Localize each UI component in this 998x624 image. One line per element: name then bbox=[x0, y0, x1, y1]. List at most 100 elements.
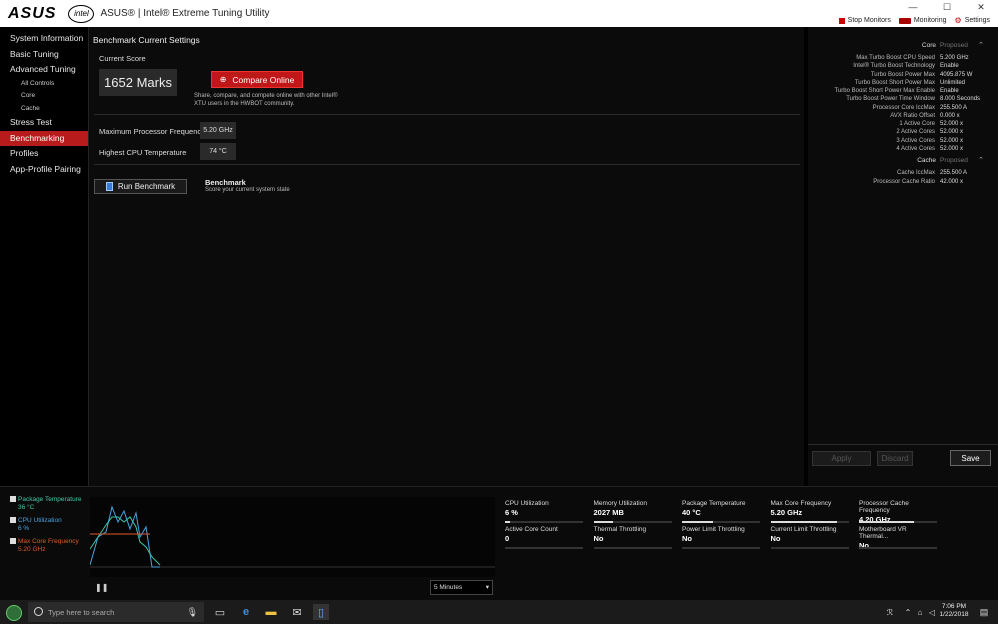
metric-bar bbox=[505, 547, 583, 549]
divider bbox=[94, 114, 800, 115]
score-value: 1652 Marks bbox=[99, 69, 177, 96]
edge-icon[interactable]: e bbox=[238, 604, 254, 620]
benchmark-heading: Benchmark bbox=[205, 178, 246, 187]
legend-name: CPU Utilization bbox=[18, 517, 62, 524]
cache-header-label: Cache bbox=[917, 157, 936, 164]
maximize-button[interactable]: ☐ bbox=[930, 0, 964, 14]
cache-section-header[interactable]: Cache Proposed ⌃ bbox=[808, 156, 998, 166]
setting-value: 42.000 x bbox=[940, 178, 964, 185]
window-title: ASUS® | Intel® Extreme Tuning Utility bbox=[100, 8, 270, 19]
proposed-header-label: Proposed bbox=[940, 157, 968, 164]
setting-value: 4095.875 W bbox=[940, 71, 973, 78]
metric-bar bbox=[859, 547, 937, 549]
sidebar-item-cache[interactable]: Cache bbox=[0, 103, 88, 116]
sidebar-item-system-information[interactable]: System Information bbox=[0, 31, 88, 47]
setting-label: Turbo Boost Short Power Max bbox=[854, 79, 935, 86]
sidebar-item-benchmarking[interactable]: Benchmarking bbox=[0, 130, 88, 146]
chevron-up-icon[interactable]: ⌃ bbox=[978, 41, 984, 49]
apply-button[interactable]: Apply bbox=[812, 451, 871, 466]
setting-value: 255.500 A bbox=[940, 170, 968, 176]
metric-tile: Motherboard VR Thermal... No bbox=[859, 526, 937, 550]
setting-label: 2 Active Cores bbox=[896, 129, 935, 136]
metric-tile: Max Core Frequency 5.20 GHz bbox=[770, 500, 849, 523]
sidebar-item-profiles[interactable]: Profiles bbox=[0, 146, 88, 162]
chevron-down-icon: ▾ bbox=[485, 584, 489, 591]
sidebar-item-app-profile-pairing[interactable]: App-Profile Pairing bbox=[0, 162, 88, 178]
legend-item[interactable]: Max Core Frequency 5.20 GHz bbox=[10, 538, 79, 554]
run-benchmark-label: Run Benchmark bbox=[117, 182, 176, 191]
metric-label: Active Core Count bbox=[505, 526, 558, 533]
sidebar-item-basic-tuning[interactable]: Basic Tuning bbox=[0, 47, 88, 63]
taskbar-search[interactable]: Type here to search 🎙 bbox=[28, 602, 204, 622]
start-button[interactable] bbox=[6, 605, 22, 621]
sidebar-item-core[interactable]: Core bbox=[0, 90, 88, 103]
setting-label: Intel® Turbo Boost Technology bbox=[853, 63, 935, 70]
monitor-icon bbox=[898, 17, 911, 24]
legend-item[interactable]: Package Temperature 36 °C bbox=[10, 496, 81, 512]
people-icon[interactable]: ℛ bbox=[882, 604, 898, 620]
setting-value: 52.000 x bbox=[940, 145, 964, 152]
file-explorer-icon[interactable]: ▬ bbox=[263, 604, 279, 620]
setting-label: Processor Core IccMax bbox=[872, 104, 935, 111]
microphone-icon[interactable]: 🎙 bbox=[187, 607, 198, 618]
max-temperature-value: 74 °C bbox=[200, 143, 236, 160]
metric-value: 5.20 GHz bbox=[770, 508, 803, 517]
clock[interactable]: 7:06 PM 1/22/2018 bbox=[936, 603, 972, 619]
checkbox-icon[interactable] bbox=[10, 517, 16, 524]
discard-button[interactable]: Discard bbox=[877, 451, 913, 466]
metric-bar bbox=[682, 521, 760, 523]
setting-value: 52.000 x bbox=[940, 137, 964, 144]
setting-value: 52.000 x bbox=[940, 121, 964, 127]
save-button[interactable]: Save bbox=[950, 450, 991, 466]
setting-row: 2 Active Cores 52.000 x bbox=[808, 129, 998, 137]
core-section-header[interactable]: Core Proposed ⌃ bbox=[808, 41, 998, 51]
notification-icon[interactable]: ▤ bbox=[976, 604, 992, 620]
monitoring-button[interactable]: Monitoring bbox=[898, 16, 947, 25]
setting-value: 52.000 x bbox=[940, 129, 964, 136]
metric-bar-fill bbox=[859, 521, 914, 523]
sidebar-item-advanced-tuning[interactable]: Advanced Tuning bbox=[0, 62, 88, 78]
metric-tile: Power Limit Throttling No bbox=[682, 526, 760, 549]
metric-value: 2027 MB bbox=[593, 508, 624, 517]
proposed-header-label: Proposed bbox=[940, 42, 968, 49]
setting-label: Turbo Boost Short Power Max Enable bbox=[834, 88, 936, 94]
settings-button[interactable]: ⚙ Settings bbox=[955, 16, 990, 25]
legend-value: 36 °C bbox=[18, 504, 35, 511]
compare-online-label: Compare Online bbox=[232, 74, 295, 85]
current-score-label: Current Score bbox=[99, 54, 146, 63]
metric-tile: Current Limit Throttling No bbox=[770, 526, 849, 549]
metric-tile: Thermal Throttling No bbox=[593, 526, 672, 549]
checkbox-icon[interactable] bbox=[10, 538, 16, 545]
max-frequency-value: 5.20 GHz bbox=[200, 122, 236, 139]
checkbox-icon[interactable] bbox=[10, 496, 16, 503]
legend-item[interactable]: CPU Utilization 6 % bbox=[10, 517, 62, 533]
metric-bar bbox=[770, 521, 849, 523]
setting-row: 3 Active Cores 52.000 x bbox=[808, 138, 998, 146]
xtu-app-icon[interactable]: ▯ bbox=[313, 604, 329, 620]
mail-icon[interactable]: ✉ bbox=[289, 604, 305, 620]
pause-button[interactable]: ❚❚ bbox=[95, 583, 108, 592]
compare-online-button[interactable]: ⊕ Compare Online bbox=[211, 71, 303, 88]
max-frequency-label: Maximum Processor Frequency bbox=[99, 127, 205, 136]
window-controls: — ☐ ✕ bbox=[896, 0, 998, 14]
cpu-utilization-line bbox=[89, 505, 160, 568]
minimize-button[interactable]: — bbox=[896, 0, 930, 14]
monitor-graph bbox=[89, 497, 495, 577]
close-button[interactable]: ✕ bbox=[964, 0, 998, 14]
time-range-select[interactable]: 5 Minutes ▾ bbox=[430, 580, 493, 595]
chevron-up-icon[interactable]: ⌃ bbox=[978, 156, 984, 164]
run-benchmark-button[interactable]: Run Benchmark bbox=[94, 179, 187, 194]
metric-bar-fill bbox=[593, 521, 613, 523]
stop-monitors-button[interactable]: Stop Monitors bbox=[838, 16, 891, 25]
compare-description: Share, compare, and compete online with … bbox=[194, 93, 338, 107]
task-view-icon[interactable]: ▭ bbox=[212, 604, 228, 620]
sidebar-item-all-controls[interactable]: All Controls bbox=[0, 78, 88, 91]
metric-tile: Processor Cache Frequency 4.20 GHz bbox=[859, 500, 937, 524]
sidebar-item-stress-test[interactable]: Stress Test bbox=[0, 115, 88, 131]
setting-label: 1 Active Core bbox=[899, 121, 935, 127]
metric-label: Memory Utilization bbox=[593, 500, 647, 507]
metric-value: 6 % bbox=[505, 508, 518, 517]
stop-icon bbox=[838, 17, 845, 24]
divider bbox=[808, 444, 998, 445]
setting-row: AVX Ratio Offset 0.000 x bbox=[808, 113, 998, 121]
